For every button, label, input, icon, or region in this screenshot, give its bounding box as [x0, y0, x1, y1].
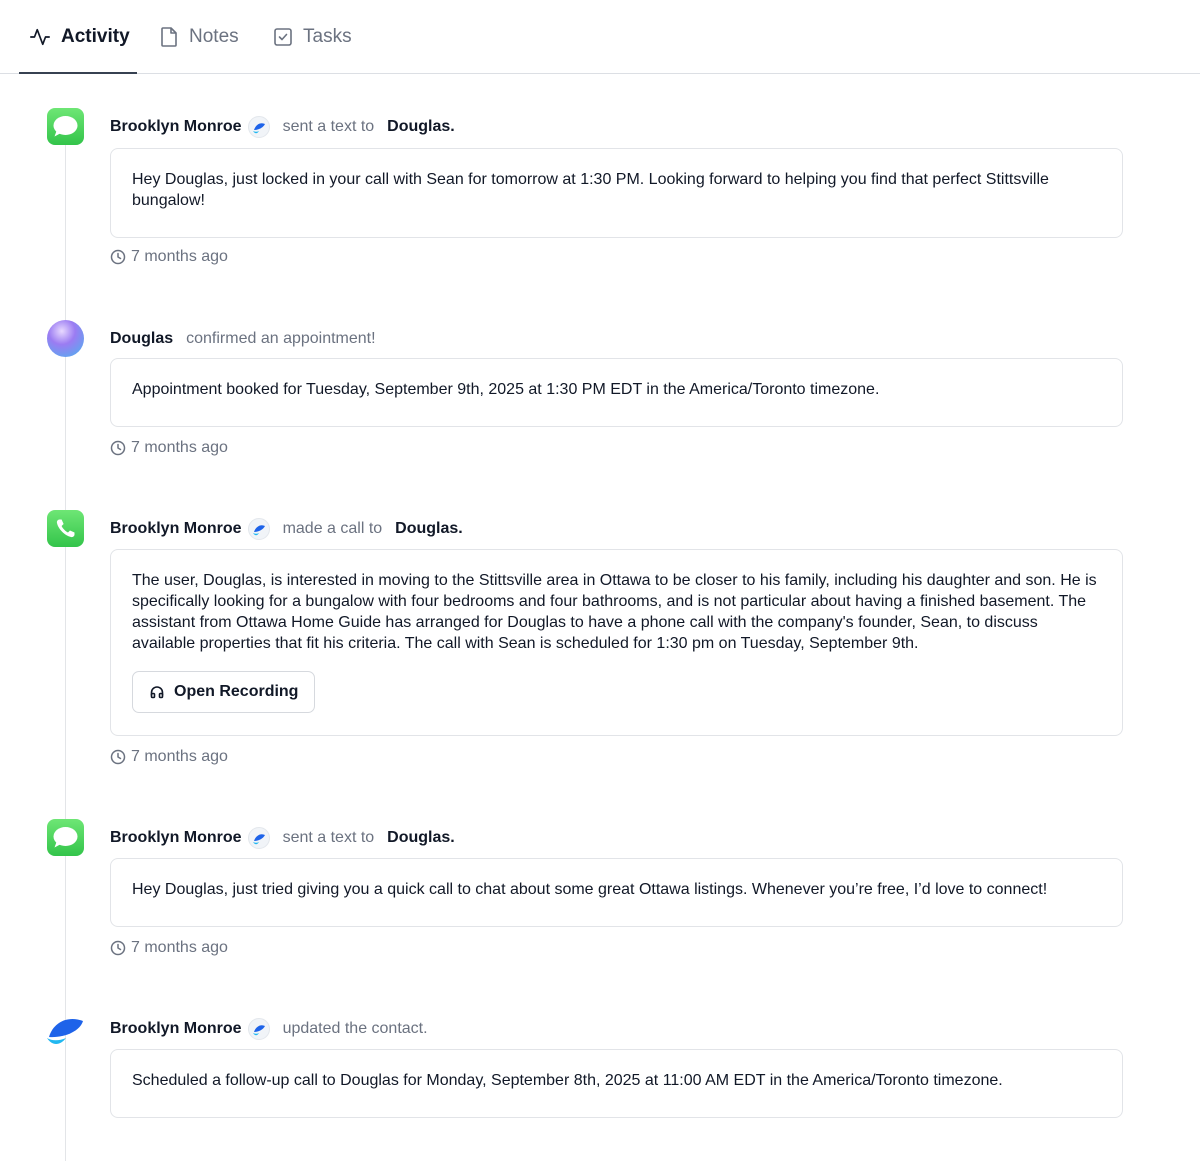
- timestamp-text: 7 months ago: [131, 248, 228, 265]
- timestamp-text: 7 months ago: [131, 439, 228, 456]
- message-body: Hey Douglas, just locked in your call wi…: [132, 171, 1049, 209]
- entry-header: Brooklyn Monroe sent a text to Douglas.: [110, 114, 455, 140]
- timestamp: 7 months ago: [110, 439, 228, 457]
- clock-icon: [110, 940, 126, 956]
- file-icon: [159, 26, 179, 48]
- timestamp: 7 months ago: [110, 939, 228, 957]
- entry-header: Brooklyn Monroe updated the contact.: [110, 1016, 428, 1042]
- activity-verb: made a call to: [282, 520, 383, 537]
- actor-name[interactable]: Douglas: [110, 330, 173, 348]
- brand-logo-icon: [47, 1010, 84, 1047]
- appointment-card: Appointment booked for Tuesday, Septembe…: [110, 358, 1123, 427]
- message-card: Hey Douglas, just tried giving you a qui…: [110, 858, 1123, 927]
- call-summary-body: The user, Douglas, is interested in movi…: [132, 572, 1097, 652]
- target-contact[interactable]: Douglas.: [387, 118, 455, 136]
- target-contact[interactable]: Douglas.: [395, 520, 463, 538]
- clock-icon: [110, 749, 126, 765]
- phone-icon: [47, 510, 84, 547]
- entry-header: Douglas confirmed an appointment!: [110, 326, 376, 352]
- update-card: Scheduled a follow-up call to Douglas fo…: [110, 1049, 1123, 1118]
- entry-header: Brooklyn Monroe sent a text to Douglas.: [110, 825, 455, 851]
- active-tab-indicator: [19, 72, 137, 74]
- tab-notes-label: Notes: [189, 25, 239, 47]
- contact-avatar-icon: [47, 320, 84, 357]
- tab-activity[interactable]: Activity: [19, 0, 137, 74]
- call-summary-card: The user, Douglas, is interested in movi…: [110, 549, 1123, 736]
- actor-name[interactable]: Brooklyn Monroe: [110, 118, 242, 136]
- appointment-body: Appointment booked for Tuesday, Septembe…: [132, 381, 880, 398]
- actor-name[interactable]: Brooklyn Monroe: [110, 829, 242, 847]
- message-icon: [47, 108, 84, 145]
- open-recording-button[interactable]: Open Recording: [132, 671, 316, 713]
- activity-verb: sent a text to: [282, 829, 375, 846]
- brand-badge-icon: [247, 827, 270, 849]
- checkbox-icon: [273, 27, 293, 47]
- tab-tasks[interactable]: Tasks: [273, 0, 352, 73]
- entry-header: Brooklyn Monroe made a call to Douglas.: [110, 516, 463, 542]
- open-recording-label: Open Recording: [174, 683, 299, 700]
- actor-name[interactable]: Brooklyn Monroe: [110, 1020, 242, 1038]
- update-body: Scheduled a follow-up call to Douglas fo…: [132, 1072, 1003, 1089]
- message-body: Hey Douglas, just tried giving you a qui…: [132, 881, 1048, 898]
- clock-icon: [110, 249, 126, 265]
- timestamp: 7 months ago: [110, 748, 228, 766]
- activity-icon: [29, 26, 51, 48]
- timestamp-text: 7 months ago: [131, 939, 228, 956]
- actor-name[interactable]: Brooklyn Monroe: [110, 520, 242, 538]
- clock-icon: [110, 440, 126, 456]
- activity-verb: updated the contact.: [282, 1020, 428, 1037]
- brand-badge-icon: [247, 518, 270, 540]
- headphones-icon: [149, 684, 165, 700]
- tab-tasks-label: Tasks: [303, 25, 352, 47]
- target-contact[interactable]: Douglas.: [387, 829, 455, 847]
- brand-badge-icon: [247, 116, 270, 138]
- timestamp-text: 7 months ago: [131, 748, 228, 765]
- tab-notes[interactable]: Notes: [159, 0, 239, 73]
- message-icon: [47, 819, 84, 856]
- tab-bar: Activity Notes Tasks: [0, 0, 1200, 74]
- activity-verb: confirmed an appointment!: [186, 330, 376, 347]
- brand-badge-icon: [247, 1018, 270, 1040]
- timestamp: 7 months ago: [110, 248, 228, 266]
- activity-verb: sent a text to: [282, 118, 375, 135]
- timeline-line: [65, 120, 66, 1161]
- tab-activity-label: Activity: [61, 25, 130, 47]
- message-card: Hey Douglas, just locked in your call wi…: [110, 148, 1123, 238]
